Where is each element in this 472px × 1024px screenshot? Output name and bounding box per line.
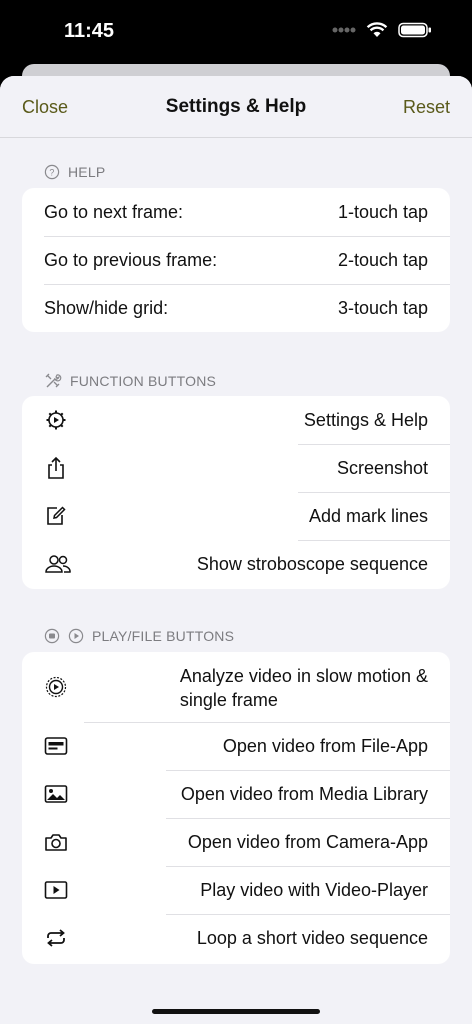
play-file-label: Open video from Media Library (180, 783, 428, 804)
function-label: Settings & Help (303, 409, 428, 430)
analyze-label: Analyze video in slow motion & single fr… (180, 664, 428, 712)
file-card-icon (44, 734, 68, 758)
function-label: Add mark lines (308, 505, 428, 526)
play-file-label: Open video from File-App (222, 735, 428, 756)
analyze-label-line-1: Analyze video in slow motion & (179, 666, 428, 686)
home-indicator[interactable] (152, 1009, 320, 1014)
help-card: Go to next frame: 1-touch tap Go to prev… (22, 188, 450, 332)
function-label: Show stroboscope sequence (196, 553, 428, 574)
help-row: Go to next frame: 1-touch tap (22, 188, 450, 236)
function-row: Screenshot (22, 444, 450, 492)
help-action: Go to next frame: (44, 201, 184, 222)
loop-icon (44, 926, 68, 950)
analyze-label-line-2: single frame (179, 690, 278, 710)
function-row: Add mark lines (22, 492, 450, 540)
page-title: Settings & Help (165, 96, 307, 117)
play-file-label: Open video from Camera-App (187, 831, 428, 852)
help-gesture: 3-touch tap (337, 297, 428, 318)
wifi-icon (366, 22, 388, 37)
help-header-label: HELP (68, 164, 106, 180)
function-buttons-section-header: FUNCTION BUTTONS (44, 372, 216, 390)
play-file-row: Open video from File-App (22, 722, 450, 770)
play-file-row: Analyze video in slow motion & single fr… (22, 652, 450, 722)
share-icon (44, 456, 68, 480)
svg-text:?: ? (49, 168, 54, 178)
status-bar: 11:45 (0, 0, 472, 66)
signal-dots-icon (332, 27, 356, 33)
edit-icon (44, 504, 68, 528)
battery-icon (398, 22, 431, 38)
help-section-header: ? HELP (44, 164, 105, 180)
play-file-row: Open video from Media Library (22, 770, 450, 818)
play-file-row: Loop a short video sequence (22, 914, 450, 962)
question-circle-icon: ? (44, 164, 60, 180)
function-buttons-header-label: FUNCTION BUTTONS (70, 373, 217, 389)
status-time: 11:45 (64, 20, 115, 42)
function-label: Screenshot (336, 457, 428, 478)
function-buttons-card: Settings & Help Screenshot Add mark line… (22, 396, 450, 589)
function-row: Settings & Help (22, 396, 450, 444)
camera-icon (44, 830, 68, 854)
navigation-bar: Close Settings & Help Reset (0, 76, 472, 138)
settings-gear-icon (44, 408, 68, 432)
play-file-label: Play video with Video-Player (200, 879, 428, 900)
status-icons (332, 22, 432, 38)
reset-button[interactable]: Reset (403, 97, 450, 118)
help-action: Go to previous frame: (44, 249, 218, 270)
settings-sheet: Close Settings & Help Reset ? HELP Go to… (0, 76, 472, 1024)
play-circle-icon (44, 675, 68, 699)
play-file-header-label: PLAY/FILE BUTTONS (92, 628, 235, 644)
video-player-icon (44, 878, 68, 902)
photo-icon (44, 782, 68, 806)
play-file-row: Open video from Camera-App (22, 818, 450, 866)
help-gesture: 2-touch tap (337, 249, 428, 270)
play-file-card: Analyze video in slow motion & single fr… (22, 652, 450, 964)
play-file-row: Play video with Video-Player (22, 866, 450, 914)
people-icon (44, 552, 72, 576)
help-row: Go to previous frame: 2-touch tap (22, 236, 450, 284)
help-gesture: 1-touch tap (337, 201, 428, 222)
play-file-section-header: PLAY/FILE BUTTONS (44, 628, 234, 644)
play-file-label: Loop a short video sequence (196, 927, 428, 948)
record-icon (44, 628, 60, 644)
play-circle-small-icon (68, 628, 84, 644)
help-row: Show/hide grid: 3-touch tap (22, 284, 450, 332)
function-row: Show stroboscope sequence (22, 540, 450, 588)
help-action: Show/hide grid: (44, 297, 169, 318)
tools-icon (45, 373, 62, 388)
